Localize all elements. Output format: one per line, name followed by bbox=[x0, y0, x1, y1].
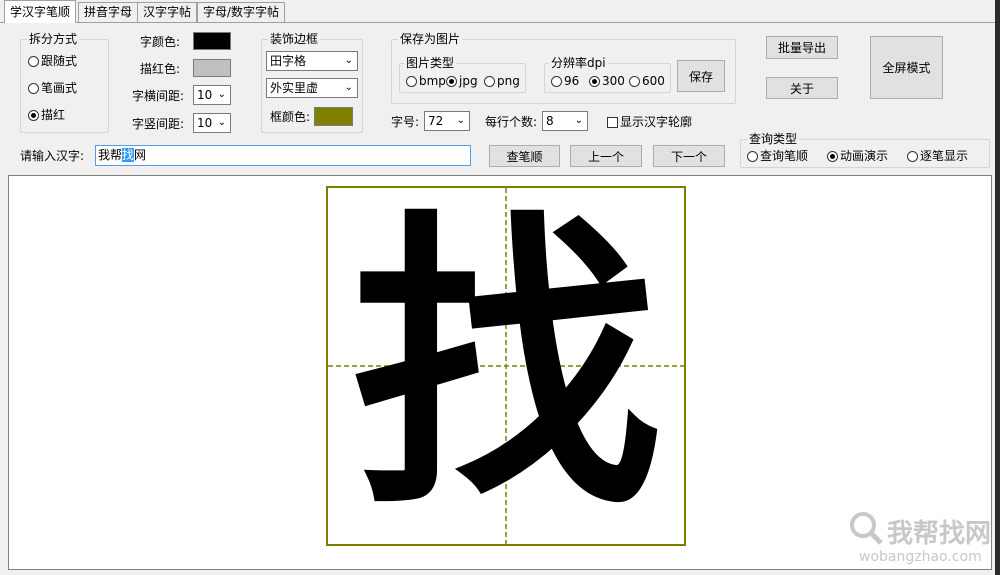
image-type-group: 图片类型 bmp jpg png bbox=[399, 56, 526, 93]
dpi-title: 分辨率dpi bbox=[549, 56, 608, 70]
radio-dot-selected[interactable] bbox=[827, 150, 838, 162]
per-row-label: 每行个数: bbox=[485, 115, 538, 129]
radio-query-order[interactable]: 查询笔顺 bbox=[747, 149, 808, 163]
save-button[interactable]: 保存 bbox=[677, 60, 725, 92]
chevron-down-icon: ⌄ bbox=[217, 89, 226, 100]
input-label: 请输入汉字: bbox=[20, 149, 85, 163]
hanzi-input[interactable]: 我帮找网 bbox=[95, 145, 471, 166]
split-method-group: 拆分方式 跟随式 笔画式 描红 bbox=[20, 32, 109, 133]
radio-dot[interactable] bbox=[907, 150, 918, 162]
display-character: 找 bbox=[351, 184, 661, 548]
check-order-button[interactable]: 查笔顺 bbox=[489, 145, 560, 167]
save-image-group: 保存为图片 图片类型 bmp jpg png 分辨率dpi 96 300 600… bbox=[391, 32, 736, 104]
magnifier-icon bbox=[850, 512, 883, 545]
radio-dot-selected[interactable] bbox=[589, 75, 600, 87]
trace-color-swatch[interactable] bbox=[193, 59, 231, 77]
show-outline-checkbox[interactable]: 显示汉字轮廓 bbox=[607, 115, 692, 129]
trace-color-label: 描红色: bbox=[140, 62, 181, 76]
radio-jpg[interactable]: jpg bbox=[446, 74, 478, 88]
tab-pinyin[interactable]: 拼音字母 bbox=[78, 2, 139, 22]
char-color-swatch[interactable] bbox=[193, 32, 231, 50]
radio-dot[interactable] bbox=[28, 55, 39, 67]
save-image-title: 保存为图片 bbox=[398, 32, 463, 46]
line-style-select[interactable]: 外实里虚 ⌄ bbox=[266, 78, 358, 98]
radio-step-by-step[interactable]: 逐笔显示 bbox=[907, 149, 968, 163]
font-size-label: 字号: bbox=[391, 115, 420, 129]
radio-trace[interactable]: 描红 bbox=[28, 108, 65, 122]
watermark-url: wobangzhao.com bbox=[859, 549, 982, 565]
watermark: 我帮找网 wobangzhao.com bbox=[847, 509, 991, 569]
window-edge bbox=[995, 0, 1000, 575]
next-button[interactable]: 下一个 bbox=[653, 145, 725, 167]
display-canvas: 找 我帮找网 wobangzhao.com bbox=[8, 175, 992, 570]
frame-color-label: 框颜色: bbox=[270, 110, 311, 124]
batch-export-button[interactable]: 批量导出 bbox=[766, 36, 838, 59]
radio-dpi-96[interactable]: 96 bbox=[551, 74, 579, 88]
radio-dot[interactable] bbox=[629, 75, 640, 87]
radio-dot[interactable] bbox=[551, 75, 562, 87]
prev-button[interactable]: 上一个 bbox=[570, 145, 642, 167]
radio-dot[interactable] bbox=[28, 82, 39, 94]
radio-dot-selected[interactable] bbox=[446, 75, 457, 87]
char-color-label: 字颜色: bbox=[140, 35, 181, 49]
tab-stroke-order[interactable]: 学汉字笔顺 bbox=[4, 0, 77, 23]
checkbox-box[interactable] bbox=[607, 116, 618, 128]
chevron-down-icon: ⌄ bbox=[574, 115, 583, 126]
chevron-down-icon: ⌄ bbox=[344, 55, 353, 66]
radio-dot-selected[interactable] bbox=[28, 109, 39, 121]
query-type-title: 查询类型 bbox=[747, 132, 800, 146]
image-type-title: 图片类型 bbox=[404, 56, 457, 70]
grid-type-select[interactable]: 田字格 ⌄ bbox=[266, 51, 358, 71]
about-button[interactable]: 关于 bbox=[766, 77, 838, 99]
h-spacing-label: 字横间距: bbox=[132, 89, 185, 103]
watermark-title: 我帮找网 bbox=[887, 519, 992, 549]
query-type-group: 查询类型 查询笔顺 动画演示 逐笔显示 bbox=[740, 132, 990, 168]
chevron-down-icon: ⌄ bbox=[217, 117, 226, 128]
radio-dot[interactable] bbox=[406, 75, 417, 87]
v-spacing-label: 字竖间距: bbox=[132, 117, 185, 131]
radio-animation[interactable]: 动画演示 bbox=[827, 149, 888, 163]
font-size-select[interactable]: 72 ⌄ bbox=[424, 111, 470, 131]
frame-color-swatch[interactable] bbox=[314, 107, 353, 126]
chevron-down-icon: ⌄ bbox=[344, 82, 353, 93]
border-group: 装饰边框 田字格 ⌄ 外实里虚 ⌄ 框颜色: bbox=[261, 32, 363, 133]
radio-dpi-300[interactable]: 300 bbox=[589, 74, 625, 88]
fullscreen-button[interactable]: 全屏模式 bbox=[870, 36, 943, 99]
radio-dot[interactable] bbox=[484, 75, 495, 87]
radio-bmp[interactable]: bmp bbox=[406, 74, 446, 88]
border-group-title: 装饰边框 bbox=[268, 32, 321, 46]
radio-stroke[interactable]: 笔画式 bbox=[28, 81, 77, 95]
h-spacing-select[interactable]: 10 ⌄ bbox=[193, 85, 231, 105]
tab-bar: 学汉字笔顺 拼音字母 汉字字帖 字母/数字字帖 bbox=[0, 0, 1000, 23]
radio-dpi-600[interactable]: 600 bbox=[629, 74, 665, 88]
dpi-group: 分辨率dpi 96 300 600 bbox=[544, 56, 671, 93]
per-row-select[interactable]: 8 ⌄ bbox=[542, 111, 588, 131]
radio-follow[interactable]: 跟随式 bbox=[28, 54, 77, 68]
tian-grid: 找 bbox=[326, 186, 686, 546]
tab-alnum-copybook[interactable]: 字母/数字字帖 bbox=[197, 2, 286, 22]
split-method-title: 拆分方式 bbox=[27, 32, 80, 46]
radio-png[interactable]: png bbox=[484, 74, 520, 88]
radio-dot[interactable] bbox=[747, 150, 758, 162]
tab-hanzi-copybook[interactable]: 汉字字帖 bbox=[137, 2, 198, 22]
v-spacing-select[interactable]: 10 ⌄ bbox=[193, 113, 231, 133]
selected-text: 找 bbox=[122, 148, 135, 162]
chevron-down-icon: ⌄ bbox=[456, 115, 465, 126]
